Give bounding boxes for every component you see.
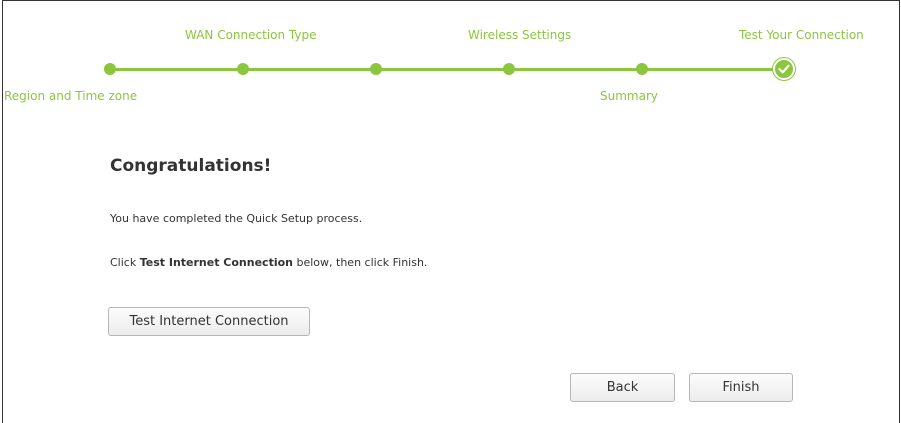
step-dot-region [104, 63, 116, 75]
instruction-bold: Test Internet Connection [139, 256, 293, 269]
finish-button[interactable]: Finish [689, 373, 793, 402]
step-dot-wan [237, 63, 249, 75]
instruction-message: Click Test Internet Connection below, th… [110, 256, 427, 269]
step-dot-wireless [503, 63, 515, 75]
back-button[interactable]: Back [570, 373, 675, 402]
progress-track [110, 68, 786, 71]
step-label-summary: Summary [600, 89, 658, 103]
page-title: Congratulations! [110, 156, 272, 176]
instruction-prefix: Click [110, 256, 140, 269]
completed-message: You have completed the Quick Setup proce… [110, 212, 363, 225]
step-dot-time [370, 63, 382, 75]
step-label-region: Region and Time zone [4, 89, 138, 103]
check-circle-icon [773, 58, 795, 80]
step-dot-summary [636, 63, 648, 75]
test-internet-connection-button[interactable]: Test Internet Connection [108, 307, 310, 336]
instruction-suffix: below, then click Finish. [293, 256, 428, 269]
step-label-wan: WAN Connection Type [185, 28, 317, 42]
step-label-test: Test Your Connection [739, 28, 864, 42]
step-label-wireless: Wireless Settings [468, 28, 572, 42]
